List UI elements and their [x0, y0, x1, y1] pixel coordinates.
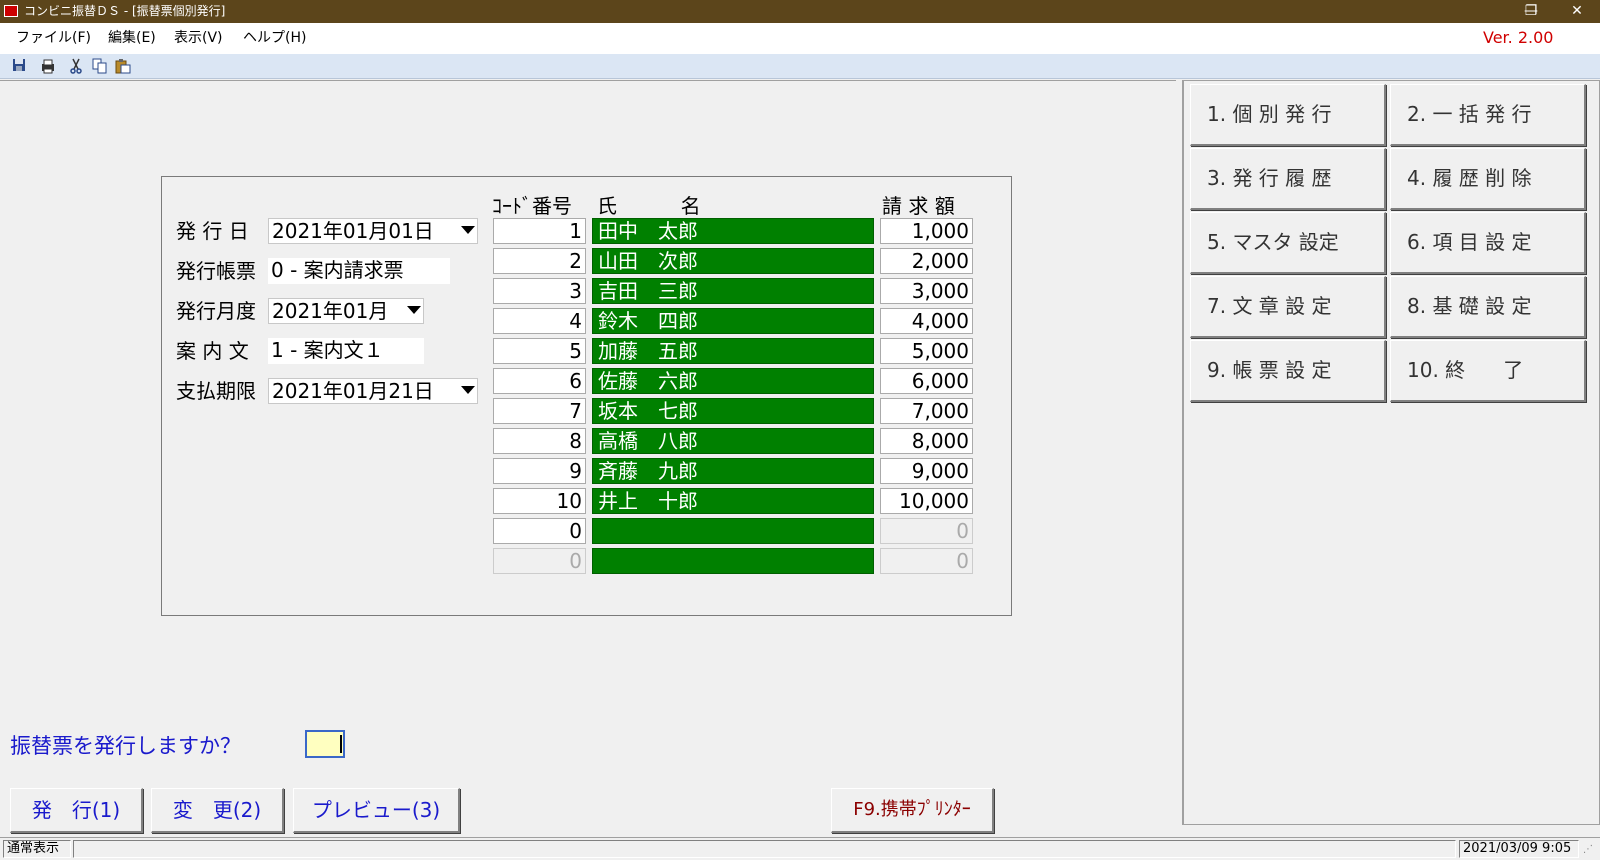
- name-cell: 鈴木 四郎: [592, 308, 874, 334]
- paste-icon[interactable]: [115, 58, 131, 74]
- name-cell: [592, 518, 874, 544]
- menu-button-exit[interactable]: 10. 終 了: [1390, 340, 1586, 402]
- menu-button-text-settings[interactable]: 7. 文 章 設 定: [1190, 276, 1386, 338]
- status-mode: 通常表示: [3, 840, 71, 858]
- amount-cell[interactable]: 4,000: [880, 308, 973, 334]
- title-bar: コンビニ振替ＤＳ - [振替票個別発行] — ❐ ✕: [0, 0, 1600, 23]
- name-cell: 吉田 三郎: [592, 278, 874, 304]
- menu-button-issue-history[interactable]: 3. 発 行 履 歴: [1190, 148, 1386, 210]
- text-caret: [340, 735, 342, 753]
- cut-icon[interactable]: [68, 58, 84, 74]
- issue-date-label: 発 行 日: [176, 219, 249, 243]
- version-label: Ver. 2.00: [1483, 28, 1554, 47]
- toolbar: [0, 54, 1600, 79]
- amount-cell[interactable]: 10,000: [880, 488, 973, 514]
- amount-cell: 0: [880, 548, 973, 574]
- issue-date-select[interactable]: 2021年01月01日: [268, 218, 478, 244]
- window-title: コンビニ振替ＤＳ - [振替票個別発行]: [24, 4, 226, 18]
- chevron-down-icon[interactable]: [461, 226, 475, 234]
- code-cell[interactable]: 5: [493, 338, 586, 364]
- amount-cell[interactable]: 7,000: [880, 398, 973, 424]
- form-type-label: 発行帳票: [176, 259, 256, 283]
- code-cell[interactable]: 8: [493, 428, 586, 454]
- header-code: ｺｰﾄﾞ番号: [492, 194, 572, 218]
- name-cell: 高橋 八郎: [592, 428, 874, 454]
- menu-help[interactable]: ヘルプ(H): [243, 29, 306, 47]
- name-cell: 加藤 五郎: [592, 338, 874, 364]
- header-name: 氏 名: [597, 194, 701, 218]
- restore-button[interactable]: ❐: [1508, 0, 1554, 23]
- notice-field[interactable]: 1 - 案内文１: [268, 338, 424, 364]
- month-select[interactable]: 2021年01月: [268, 298, 424, 324]
- menu-button-item-settings[interactable]: 6. 項 目 設 定: [1390, 212, 1586, 274]
- code-cell: 0: [493, 548, 586, 574]
- issue-date-value: 2021年01月01日: [272, 219, 434, 243]
- code-cell[interactable]: 1: [493, 218, 586, 244]
- code-cell[interactable]: 7: [493, 398, 586, 424]
- save-icon[interactable]: [11, 58, 27, 74]
- menu-button-basic-settings[interactable]: 8. 基 礎 設 定: [1390, 276, 1586, 338]
- status-message: [73, 840, 1456, 858]
- amount-cell[interactable]: 1,000: [880, 218, 973, 244]
- close-button[interactable]: ✕: [1554, 0, 1600, 23]
- name-cell: 坂本 七郎: [592, 398, 874, 424]
- code-cell[interactable]: 6: [493, 368, 586, 394]
- code-cell[interactable]: 10: [493, 488, 586, 514]
- notice-label: 案 内 文: [176, 339, 249, 363]
- name-cell: [592, 548, 874, 574]
- name-cell: 佐藤 六郎: [592, 368, 874, 394]
- name-cell: 田中 太郎: [592, 218, 874, 244]
- name-cell: 井上 十郎: [592, 488, 874, 514]
- amount-cell[interactable]: 3,000: [880, 278, 973, 304]
- menu-bar: ファイル(F) 編集(E) 表示(V) ヘルプ(H) Ver. 2.00: [0, 23, 1600, 54]
- answer-input[interactable]: [305, 730, 345, 758]
- month-label: 発行月度: [176, 299, 256, 323]
- issue-button[interactable]: 発 行(1): [10, 788, 143, 833]
- amount-cell[interactable]: 5,000: [880, 338, 973, 364]
- menu-view[interactable]: 表示(V): [174, 29, 223, 47]
- mobile-printer-button[interactable]: F9.携帯ﾌﾟﾘﾝﾀｰ: [831, 788, 994, 833]
- name-cell: 山田 次郎: [592, 248, 874, 274]
- issue-prompt: 振替票を発行しますか？: [10, 734, 241, 758]
- code-cell[interactable]: 2: [493, 248, 586, 274]
- menu-button-master-settings[interactable]: 5. マスタ 設定: [1190, 212, 1386, 274]
- print-icon[interactable]: [40, 58, 56, 74]
- amount-cell[interactable]: 2,000: [880, 248, 973, 274]
- menu-button-form-settings[interactable]: 9. 帳 票 設 定: [1190, 340, 1386, 402]
- menu-button-delete-history[interactable]: 4. 履 歴 削 除: [1390, 148, 1586, 210]
- chevron-down-icon[interactable]: [407, 306, 421, 314]
- menu-edit[interactable]: 編集(E): [108, 29, 156, 47]
- menu-file[interactable]: ファイル(F): [16, 29, 91, 47]
- code-cell[interactable]: 9: [493, 458, 586, 484]
- month-value: 2021年01月: [272, 299, 389, 323]
- due-date-select[interactable]: 2021年01月21日: [268, 378, 478, 404]
- status-bar: 通常表示 2021/03/09 9:05 ⋰: [0, 837, 1600, 860]
- due-date-label: 支払期限: [176, 379, 256, 403]
- amount-cell: 0: [880, 518, 973, 544]
- app-icon: [4, 5, 18, 17]
- copy-icon[interactable]: [92, 58, 108, 74]
- amount-cell[interactable]: 8,000: [880, 428, 973, 454]
- form-type-value: 0 - 案内請求票: [271, 258, 404, 282]
- status-datetime: 2021/03/09 9:05: [1459, 840, 1579, 858]
- code-cell[interactable]: 0: [493, 518, 586, 544]
- preview-button[interactable]: プレビュー(3): [293, 788, 460, 833]
- name-cell: 斉藤 九郎: [592, 458, 874, 484]
- code-cell[interactable]: 4: [493, 308, 586, 334]
- change-button[interactable]: 変 更(2): [151, 788, 284, 833]
- form-type-field[interactable]: 0 - 案内請求票: [268, 258, 450, 284]
- menu-button-bulk-issue[interactable]: 2. 一 括 発 行: [1390, 84, 1586, 146]
- due-date-value: 2021年01月21日: [272, 379, 434, 403]
- amount-cell[interactable]: 9,000: [880, 458, 973, 484]
- header-amount: 請 求 額: [882, 194, 955, 218]
- notice-value: 1 - 案内文１: [271, 338, 384, 362]
- amount-cell[interactable]: 6,000: [880, 368, 973, 394]
- menu-button-individual-issue[interactable]: 1. 個 別 発 行: [1190, 84, 1386, 146]
- chevron-down-icon[interactable]: [461, 386, 475, 394]
- resize-grip-icon[interactable]: ⋰: [1583, 844, 1595, 856]
- code-cell[interactable]: 3: [493, 278, 586, 304]
